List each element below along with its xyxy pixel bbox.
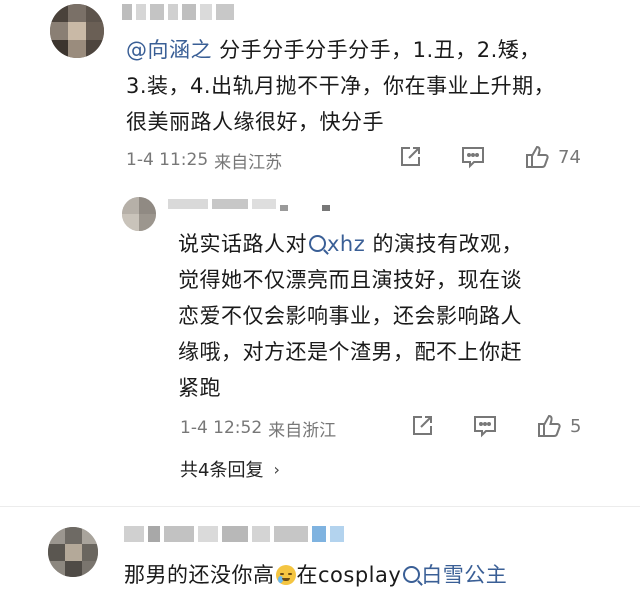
username-blurred[interactable] bbox=[124, 526, 348, 544]
comment-icon[interactable] bbox=[472, 414, 498, 438]
reply-line: 紧跑 bbox=[178, 376, 221, 400]
view-replies-link[interactable]: 共4条回复 › bbox=[180, 456, 280, 482]
comment-line: 3.装，4.出轨月抛不干净，你在事业上升期， bbox=[126, 74, 556, 98]
location: 来自浙江 bbox=[268, 420, 337, 441]
comment-line: 很美丽路人缘很好，快分手 bbox=[126, 110, 384, 134]
share-icon[interactable] bbox=[410, 414, 434, 438]
reply-line: 恋爱不仅会影响事业，还会影响路人 bbox=[178, 304, 522, 328]
comment-actions: 74 bbox=[398, 144, 581, 170]
like-count: 74 bbox=[558, 146, 581, 168]
username-blurred[interactable] bbox=[168, 199, 334, 217]
comment-line: 分手分手分手分手，1.丑，2.矮， bbox=[212, 38, 541, 62]
timestamp: 1-4 11:25 bbox=[126, 150, 209, 170]
timestamp: 1-4 12:52 bbox=[180, 418, 263, 438]
thumbs-up-icon bbox=[538, 414, 561, 437]
topic-link[interactable]: xhz bbox=[307, 232, 365, 256]
like-button[interactable]: 5 bbox=[536, 413, 581, 439]
share-icon[interactable] bbox=[398, 145, 422, 169]
avatar[interactable] bbox=[48, 527, 98, 577]
reply-line: 觉得她不仅漂亮而且演技好，现在谈 bbox=[178, 268, 522, 292]
comment-line: 那男的还没你高 bbox=[124, 563, 275, 587]
username-blurred[interactable] bbox=[122, 4, 238, 22]
comment-icon[interactable] bbox=[460, 145, 486, 169]
comment-text: 那男的还没你高 在cosplay 白雪公主 bbox=[124, 557, 594, 593]
reply-actions: 5 bbox=[410, 413, 581, 439]
like-count: 5 bbox=[570, 415, 582, 437]
avatar[interactable] bbox=[50, 4, 104, 58]
mention-link[interactable]: @向涵之 bbox=[126, 38, 212, 62]
crying-laugh-emoji-icon bbox=[275, 565, 296, 585]
comment-feed: @向涵之 分手分手分手分手，1.丑，2.矮， 3.装，4.出轨月抛不干净，你在事… bbox=[0, 0, 640, 599]
reply-line: 说实话路人对 bbox=[178, 232, 307, 256]
comment-text: @向涵之 分手分手分手分手，1.丑，2.矮， 3.装，4.出轨月抛不干净，你在事… bbox=[126, 32, 596, 140]
reply-text: 说实话路人对 xhz 的演技有改观， 觉得她不仅漂亮而且演技好，现在谈 恋爱不仅会… bbox=[178, 226, 598, 406]
replies-label: 共4条回复 bbox=[180, 460, 264, 481]
location: 来自江苏 bbox=[214, 152, 283, 173]
thumbs-up-icon bbox=[526, 145, 549, 168]
topic-link[interactable]: 白雪公主 bbox=[401, 563, 507, 587]
reply-line: 的演技有改观， bbox=[372, 232, 523, 256]
like-button[interactable]: 74 bbox=[524, 144, 581, 170]
search-icon bbox=[403, 566, 421, 583]
divider bbox=[0, 506, 640, 507]
reply-line: 缘哦，对方还是个渣男，配不上你赶 bbox=[178, 340, 522, 364]
avatar[interactable] bbox=[122, 197, 156, 231]
search-icon bbox=[309, 235, 326, 252]
chevron-right-icon: › bbox=[273, 459, 280, 479]
comment-line: 在cosplay bbox=[296, 563, 402, 587]
